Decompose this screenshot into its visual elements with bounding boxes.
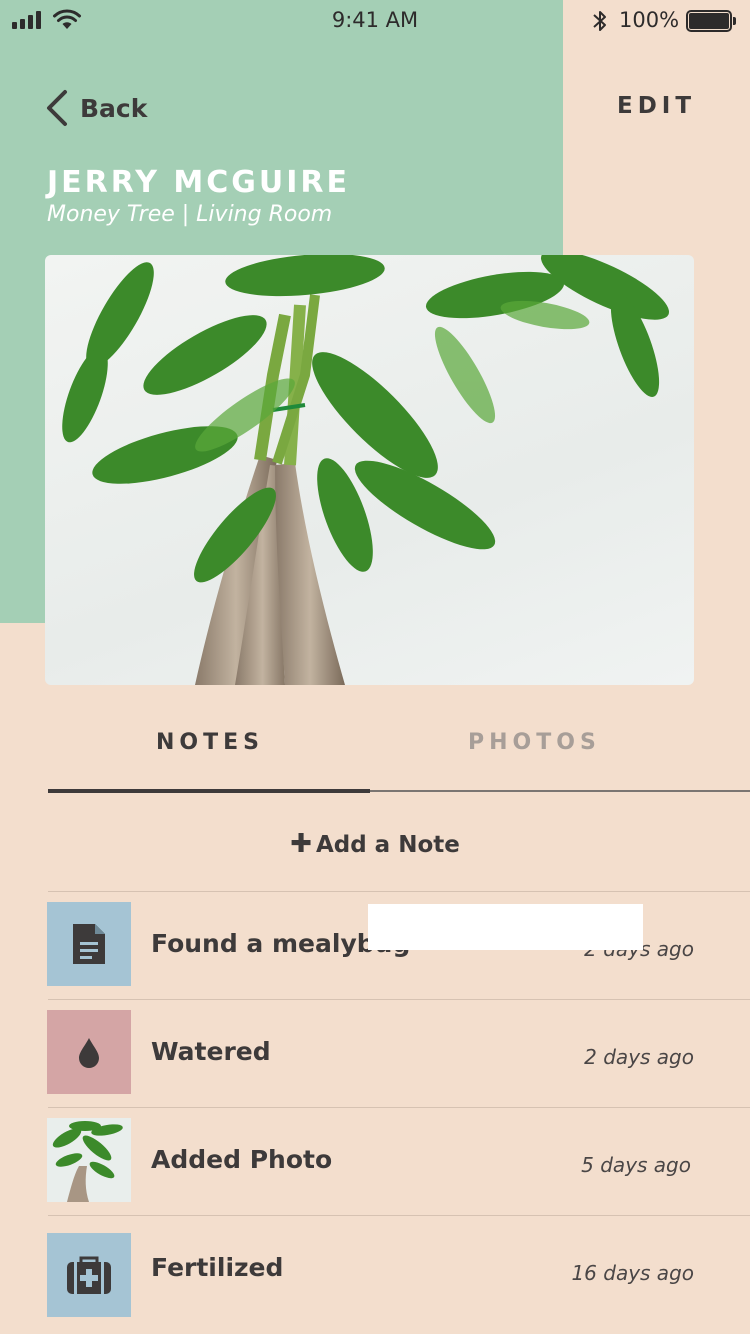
- chevron-left-icon: [47, 90, 67, 126]
- plant-name: JERRY MCGUIRE: [47, 165, 350, 200]
- note-title: Fertilized: [151, 1253, 284, 1282]
- first-aid-kit-icon: [67, 1256, 111, 1294]
- list-item[interactable]: Fertilized 16 days ago: [47, 1215, 750, 1323]
- plus-icon: ✚: [290, 829, 312, 859]
- battery-percent: 100%: [619, 8, 680, 32]
- note-time: 5 days ago: [581, 1153, 691, 1177]
- note-type-tile: [47, 1233, 131, 1317]
- tab-active-indicator: [48, 789, 370, 793]
- battery-icon: [686, 10, 736, 32]
- list-divider: [48, 1215, 750, 1216]
- list-divider: [48, 891, 750, 892]
- note-time: 16 days ago: [571, 1261, 694, 1285]
- tab-notes[interactable]: NOTES: [156, 730, 264, 755]
- list-item[interactable]: Watered 2 days ago: [47, 999, 750, 1107]
- back-button[interactable]: Back: [44, 88, 147, 128]
- tab-photos[interactable]: PHOTOS: [468, 730, 601, 755]
- note-title: Added Photo: [151, 1145, 333, 1174]
- list-divider: [48, 1107, 750, 1108]
- note-time: 2 days ago: [584, 1045, 694, 1069]
- status-bar: 9:41 AM 100%: [0, 0, 750, 42]
- list-item[interactable]: Added Photo 5 days ago: [47, 1107, 750, 1215]
- blank-overlay: [368, 904, 643, 950]
- note-type-tile: [47, 1010, 131, 1094]
- note-title: Watered: [151, 1037, 271, 1066]
- list-divider: [48, 999, 750, 1000]
- document-icon: [73, 924, 105, 964]
- plant-photo: [45, 255, 694, 685]
- bluetooth-icon: [593, 11, 606, 31]
- add-note-button[interactable]: ✚ Add a Note: [0, 829, 750, 859]
- add-note-label: Add a Note: [315, 832, 460, 858]
- water-drop-icon: [79, 1038, 99, 1068]
- edit-button[interactable]: EDIT: [617, 93, 696, 119]
- note-type-tile: [47, 902, 131, 986]
- plant-subtitle: Money Tree | Living Room: [47, 202, 333, 227]
- photo-thumbnail: [47, 1118, 131, 1202]
- back-label: Back: [80, 93, 148, 123]
